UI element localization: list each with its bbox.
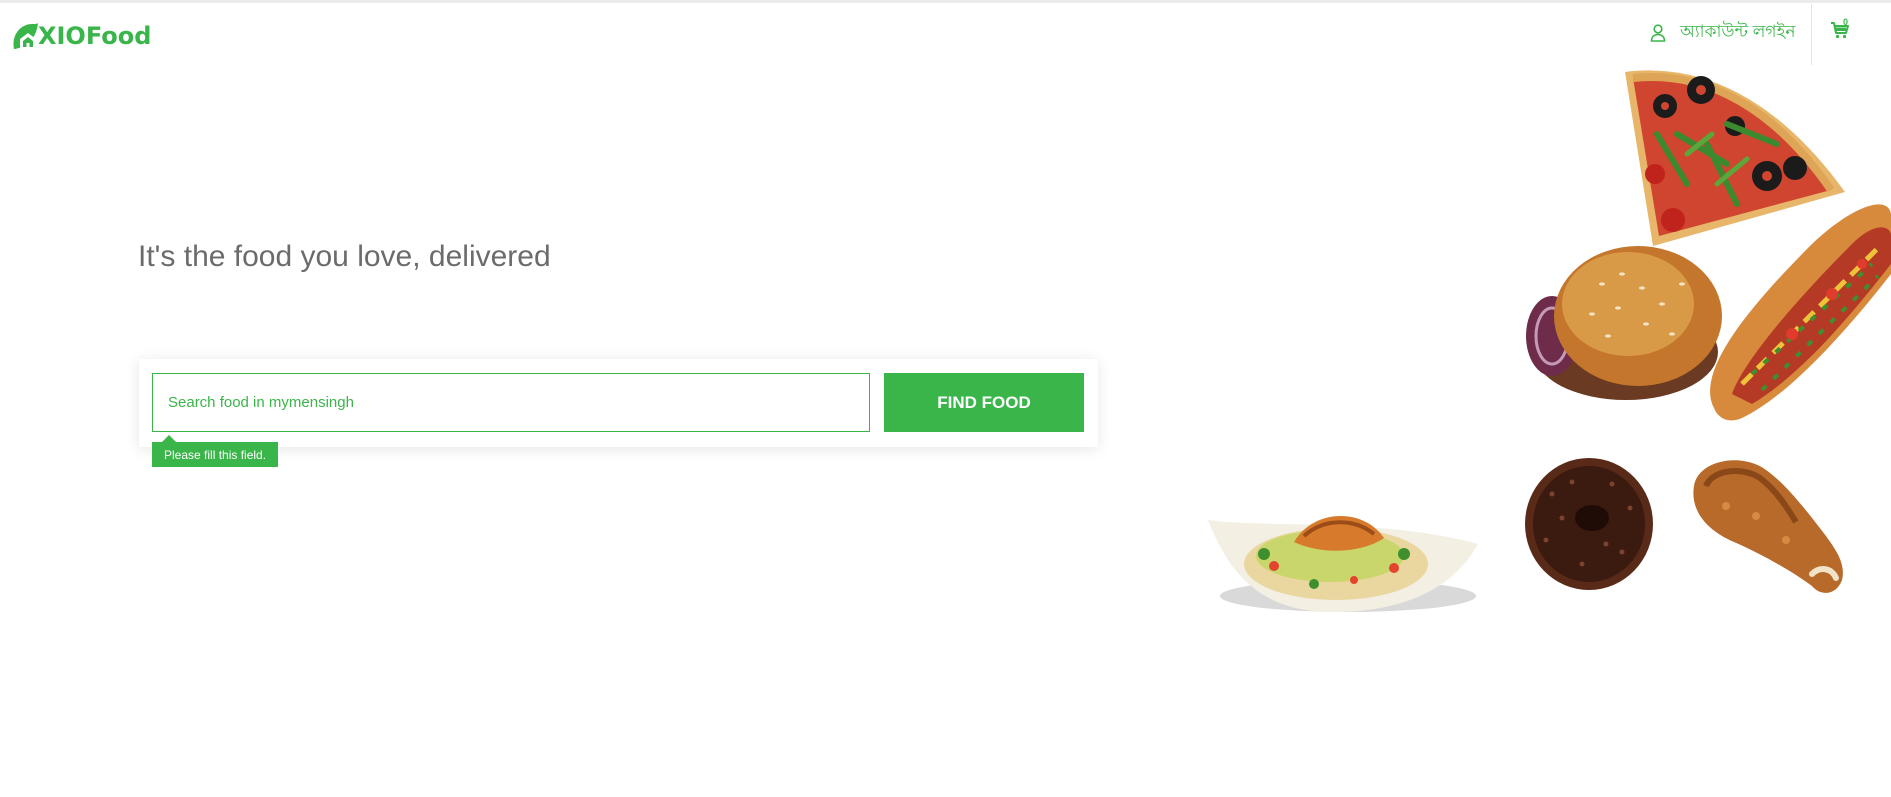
cart-count-badge: 0	[1843, 17, 1849, 27]
logo-text: XIOFood	[38, 22, 152, 50]
site-logo[interactable]: XIOFood	[10, 18, 151, 54]
fried-chicken-leg-image	[1693, 460, 1843, 593]
hot-dog-image	[1710, 204, 1891, 421]
account-login-link[interactable]: অ্যাকাউন্ট লগইন	[1650, 20, 1796, 46]
find-food-button[interactable]: FIND FOOD	[884, 373, 1084, 432]
search-panel: FIND FOOD	[139, 359, 1098, 447]
header-divider	[1811, 4, 1812, 65]
search-input[interactable]	[152, 373, 870, 432]
chocolate-donut-image	[1525, 458, 1653, 590]
login-label: অ্যাকাউন্ট লগইন	[1680, 22, 1796, 41]
logo-leaf-icon	[13, 23, 38, 49]
burger-image	[1526, 246, 1722, 400]
salad-plate-image	[1208, 515, 1478, 612]
cart-button[interactable]: 0	[1830, 17, 1854, 44]
top-border	[0, 0, 1891, 3]
validation-tooltip: Please fill this field.	[152, 435, 279, 467]
user-icon	[1650, 24, 1666, 42]
hero-headline: It's the food you love, delivered	[138, 240, 551, 273]
